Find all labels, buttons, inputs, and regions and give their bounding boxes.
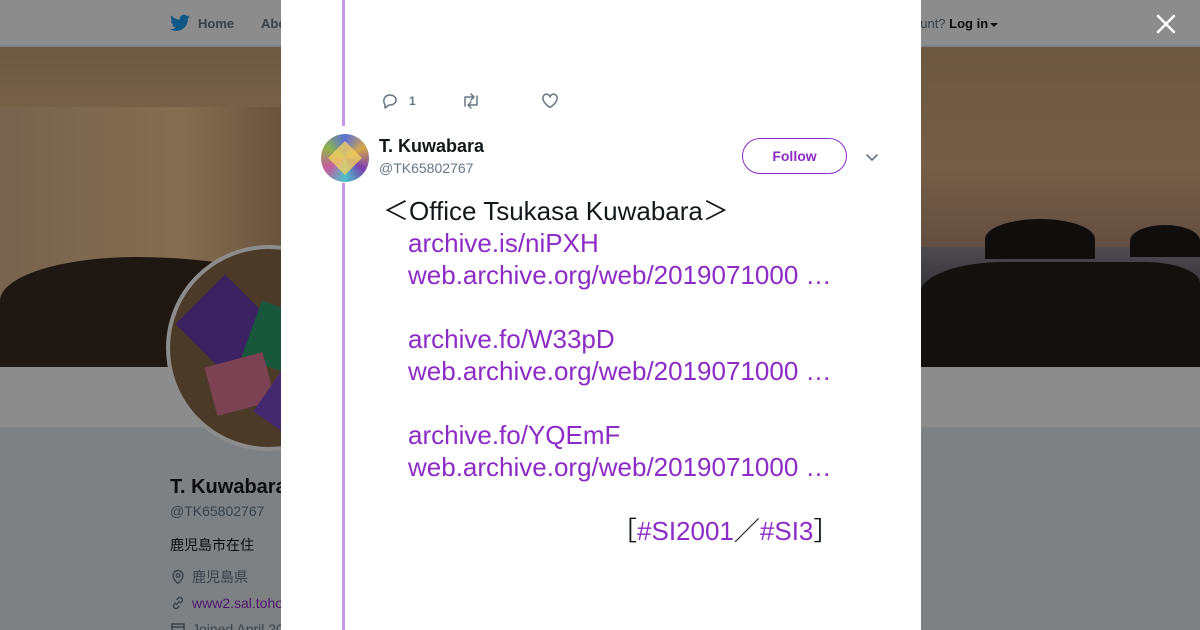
tweet-link[interactable]: web.archive.org/web/2019071000 … bbox=[408, 356, 832, 386]
tweet-link[interactable]: archive.fo/W33pD bbox=[408, 324, 615, 354]
thread-line bbox=[342, 183, 345, 630]
close-bracket: ］ bbox=[813, 516, 840, 546]
heart-icon bbox=[542, 93, 558, 109]
hashtag-separator: ／ bbox=[733, 516, 760, 546]
reply-count: 1 bbox=[409, 94, 416, 108]
hashtag-line: ［#SI2001／#SI3］ bbox=[383, 515, 903, 547]
tweet-link[interactable]: archive.fo/YQEmF bbox=[408, 420, 620, 450]
retweet-button[interactable] bbox=[461, 92, 541, 110]
follow-button[interactable]: Follow bbox=[742, 138, 847, 174]
author-handle[interactable]: @TK65802767 bbox=[379, 160, 473, 176]
like-button[interactable] bbox=[541, 92, 559, 110]
tweet-link[interactable]: web.archive.org/web/2019071000 … bbox=[408, 260, 832, 290]
close-icon[interactable] bbox=[1152, 10, 1180, 38]
tweet-heading: ＜Office Tsukasa Kuwabara＞ bbox=[383, 196, 729, 226]
tweet-modal: 1 T. Kuwabara @TK65802767 Follow ＜Office… bbox=[281, 0, 921, 630]
tweet-link[interactable]: archive.is/niPXH bbox=[408, 228, 599, 258]
tweet-link[interactable]: web.archive.org/web/2019071000 … bbox=[408, 452, 832, 482]
hashtag-link[interactable]: #SI2001 bbox=[637, 516, 734, 546]
tweet-actions: 1 bbox=[381, 92, 559, 110]
open-bracket: ［ bbox=[611, 516, 638, 546]
author-avatar[interactable] bbox=[321, 134, 369, 182]
reply-button[interactable]: 1 bbox=[381, 92, 461, 110]
tweet-text: ＜Office Tsukasa Kuwabara＞ archive.is/niP… bbox=[383, 195, 903, 547]
retweet-icon bbox=[464, 93, 478, 109]
hashtag-link[interactable]: #SI3 bbox=[760, 516, 814, 546]
chevron-down-icon[interactable] bbox=[865, 150, 879, 164]
author-name[interactable]: T. Kuwabara bbox=[379, 136, 484, 157]
thread-line bbox=[342, 0, 345, 126]
reply-icon bbox=[383, 94, 397, 109]
